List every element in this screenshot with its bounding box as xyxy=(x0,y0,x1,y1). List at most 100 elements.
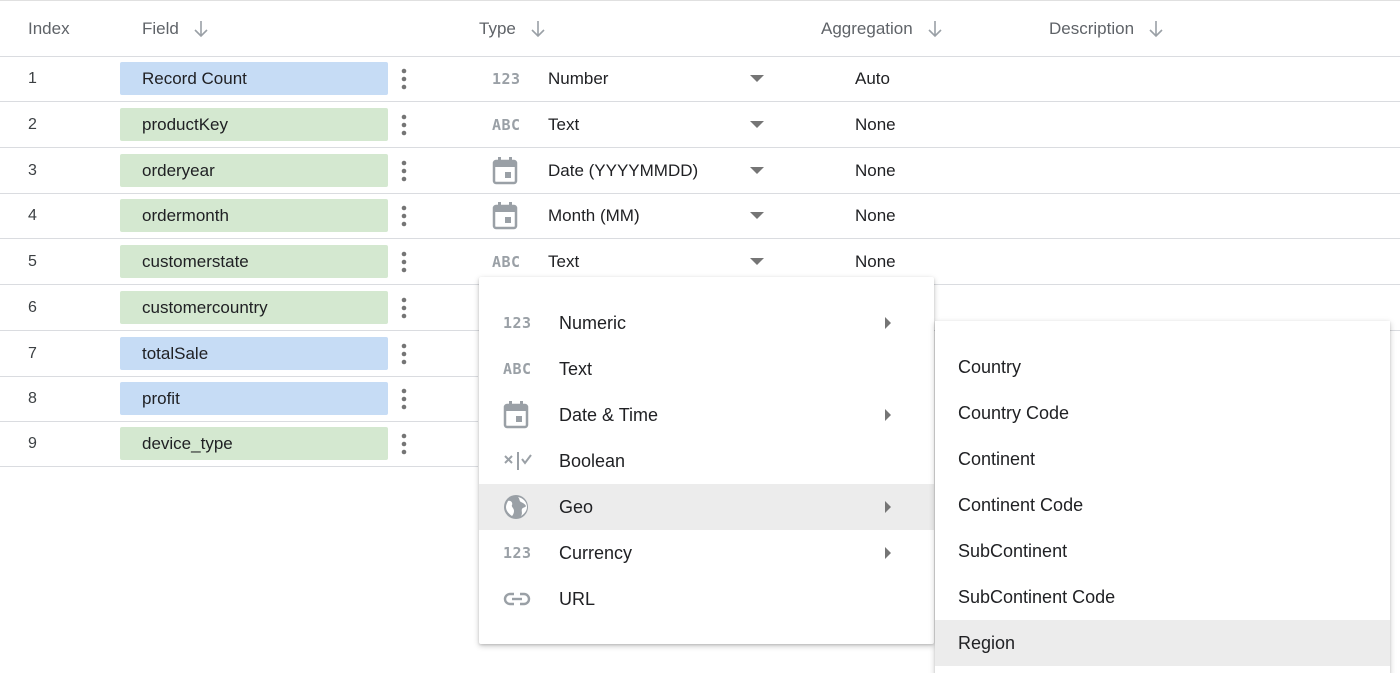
link-icon xyxy=(503,591,535,607)
sort-arrow-icon[interactable] xyxy=(530,20,546,38)
dropdown-caret-icon[interactable] xyxy=(750,102,764,147)
table-row: 9 device_type xyxy=(0,421,478,467)
type-value[interactable]: Text xyxy=(548,102,579,147)
column-header-type[interactable]: Type xyxy=(479,1,546,57)
menu-item-label: Currency xyxy=(559,542,633,563)
menu-item-date-time[interactable]: Date & Time xyxy=(479,392,934,438)
row-index: 2 xyxy=(28,115,37,133)
field-name: customercountry xyxy=(142,297,268,317)
table-row: 3 orderyear Date (YYYYMMDD) None xyxy=(0,148,1400,194)
field-chip-dimension[interactable]: ordermonth xyxy=(120,199,388,232)
field-name: profit xyxy=(142,388,180,408)
column-header-aggregation-label: Aggregation xyxy=(821,19,913,38)
more-vert-icon[interactable] xyxy=(396,66,412,92)
table-row: 8 profit xyxy=(0,376,478,422)
type-menu: 123 Numeric ABC Text Date & Time Boolean… xyxy=(479,277,934,644)
calendar-icon xyxy=(492,193,518,238)
field-chip-dimension[interactable]: productKey xyxy=(120,108,388,141)
row-index: 3 xyxy=(28,161,37,179)
submenu-arrow-icon xyxy=(884,547,892,559)
menu-item-label: Geo xyxy=(559,496,594,517)
table-row: 4 ordermonth Month (MM) None xyxy=(0,193,1400,239)
more-vert-icon[interactable] xyxy=(396,341,412,367)
field-name: customerstate xyxy=(142,251,249,271)
column-header-index-label: Index xyxy=(28,19,70,38)
field-chip-metric[interactable]: totalSale xyxy=(120,337,388,370)
more-vert-icon[interactable] xyxy=(396,158,412,184)
column-header-description[interactable]: Description xyxy=(1049,1,1164,57)
column-header-aggregation[interactable]: Aggregation xyxy=(821,1,943,57)
menu-item-label: Date & Time xyxy=(559,404,659,425)
row-index: 9 xyxy=(28,434,37,452)
text-type-icon: ABC xyxy=(492,115,521,134)
column-header-field-label: Field xyxy=(142,19,179,38)
submenu-arrow-icon xyxy=(884,409,892,421)
dropdown-caret-icon[interactable] xyxy=(750,193,764,238)
type-value[interactable]: Number xyxy=(548,56,608,101)
menu-item-label: Boolean xyxy=(559,450,626,471)
submenu-item-subcontinent-code[interactable]: SubContinent Code xyxy=(935,574,1390,620)
menu-item-label: URL xyxy=(559,588,596,609)
field-chip-dimension[interactable]: customercountry xyxy=(120,291,388,324)
boolean-icon xyxy=(503,451,535,471)
sort-arrow-icon[interactable] xyxy=(1148,20,1164,38)
numeric-type-icon: 123 xyxy=(492,69,521,88)
sort-arrow-icon[interactable] xyxy=(193,20,209,38)
menu-item-label: Text xyxy=(559,358,593,379)
field-name: totalSale xyxy=(142,343,209,363)
geo-submenu: Country Country Code Continent Continent… xyxy=(935,321,1390,673)
menu-item-url[interactable]: URL xyxy=(479,576,934,622)
more-vert-icon[interactable] xyxy=(396,295,412,321)
field-name: Record Count xyxy=(142,68,247,88)
column-header-index[interactable]: Index xyxy=(28,1,70,57)
submenu-item-continent-code[interactable]: Continent Code xyxy=(935,482,1390,528)
menu-item-boolean[interactable]: Boolean xyxy=(479,438,934,484)
globe-icon xyxy=(503,494,535,520)
type-value[interactable]: Date (YYYYMMDD) xyxy=(548,148,698,193)
table-row: 1 Record Count 123 Number Auto xyxy=(0,56,1400,102)
more-vert-icon[interactable] xyxy=(396,431,412,457)
more-vert-icon[interactable] xyxy=(396,386,412,412)
submenu-item-subcontinent[interactable]: SubContinent xyxy=(935,528,1390,574)
table-row: 7 totalSale xyxy=(0,331,478,377)
submenu-item-country[interactable]: Country xyxy=(935,344,1390,390)
field-chip-dimension[interactable]: customerstate xyxy=(120,245,388,278)
menu-item-geo[interactable]: Geo xyxy=(479,484,934,530)
field-chip-metric[interactable]: Record Count xyxy=(120,62,388,95)
column-header-field[interactable]: Field xyxy=(142,1,209,57)
aggregation-value[interactable]: None xyxy=(855,148,896,193)
submenu-arrow-icon xyxy=(884,501,892,513)
row-index: 8 xyxy=(28,389,37,407)
field-chip-dimension[interactable]: orderyear xyxy=(120,154,388,187)
field-name: ordermonth xyxy=(142,205,229,225)
field-chip-metric[interactable]: profit xyxy=(120,382,388,415)
menu-item-label: Numeric xyxy=(559,312,627,333)
field-name: orderyear xyxy=(142,160,215,180)
sort-arrow-icon[interactable] xyxy=(927,20,943,38)
field-chip-dimension[interactable]: device_type xyxy=(120,427,388,460)
more-vert-icon[interactable] xyxy=(396,249,412,275)
column-header-description-label: Description xyxy=(1049,19,1135,38)
table-header: Index Field Type Aggregation Description xyxy=(0,0,1400,57)
menu-item-currency[interactable]: 123 Currency xyxy=(479,530,934,576)
text-type-icon: ABC xyxy=(503,360,532,378)
calendar-icon xyxy=(492,148,518,193)
dropdown-caret-icon[interactable] xyxy=(750,148,764,193)
submenu-item-continent[interactable]: Continent xyxy=(935,436,1390,482)
more-vert-icon[interactable] xyxy=(396,203,412,229)
menu-item-numeric[interactable]: 123 Numeric xyxy=(479,300,934,346)
aggregation-value[interactable]: Auto xyxy=(855,56,890,101)
aggregation-value[interactable]: None xyxy=(855,102,896,147)
type-value[interactable]: Month (MM) xyxy=(548,193,640,238)
row-index: 1 xyxy=(28,69,37,87)
dropdown-caret-icon[interactable] xyxy=(750,56,764,101)
field-name: device_type xyxy=(142,433,233,453)
table-row: 2 productKey ABC Text None xyxy=(0,102,1400,148)
row-index: 4 xyxy=(28,206,37,224)
aggregation-value[interactable]: None xyxy=(855,193,896,238)
menu-item-text[interactable]: ABC Text xyxy=(479,346,934,392)
submenu-item-country-code[interactable]: Country Code xyxy=(935,390,1390,436)
more-vert-icon[interactable] xyxy=(396,112,412,138)
submenu-item-region[interactable]: Region xyxy=(935,620,1390,666)
column-header-type-label: Type xyxy=(479,19,516,38)
